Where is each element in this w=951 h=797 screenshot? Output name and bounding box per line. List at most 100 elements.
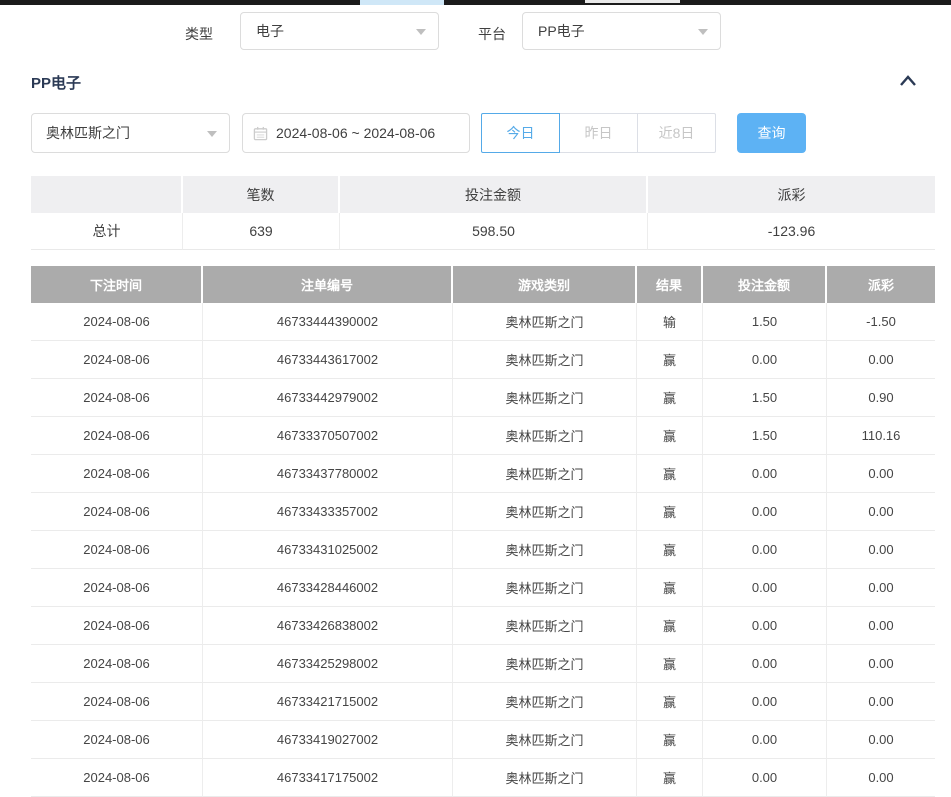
table-cell: 2024-08-06: [31, 759, 203, 797]
platform-select[interactable]: PP电子: [522, 12, 721, 50]
summary-total-label: 总计: [31, 213, 183, 250]
table-cell: 46733444390002: [203, 303, 453, 341]
table-row: 2024-08-0646733442979002奥林匹斯之门赢1.500.90: [31, 379, 935, 417]
table-cell: 1.50: [703, 379, 827, 417]
table-cell: 2024-08-06: [31, 683, 203, 721]
summary-header-count: 笔数: [183, 176, 340, 213]
type-filter-label: 类型: [185, 24, 213, 44]
table-cell: 奥林匹斯之门: [453, 531, 637, 569]
table-cell: 46733417175002: [203, 759, 453, 797]
search-button[interactable]: 查询: [737, 113, 806, 153]
table-cell: 1.50: [703, 303, 827, 341]
table-cell: 0.90: [827, 379, 935, 417]
top-cutoff-bar: [0, 0, 951, 5]
table-cell: 2024-08-06: [31, 569, 203, 607]
table-cell: 0.00: [827, 645, 935, 683]
summary-header-payout: 派彩: [648, 176, 935, 213]
table-row: 2024-08-0646733421715002奥林匹斯之门赢0.000.00: [31, 683, 935, 721]
detail-header-bet-id: 注单编号: [203, 266, 453, 303]
table-cell: 赢: [637, 607, 703, 645]
type-select[interactable]: 电子: [240, 12, 439, 50]
summary-header-blank: [31, 176, 183, 213]
table-cell: 2024-08-06: [31, 645, 203, 683]
table-cell: 46733421715002: [203, 683, 453, 721]
table-row: 2024-08-0646733426838002奥林匹斯之门赢0.000.00: [31, 607, 935, 645]
table-row: 2024-08-0646733433357002奥林匹斯之门赢0.000.00: [31, 493, 935, 531]
table-cell: 奥林匹斯之门: [453, 759, 637, 797]
table-cell: 赢: [637, 493, 703, 531]
platform-select-value: PP电子: [538, 21, 585, 41]
table-cell: 0.00: [827, 759, 935, 797]
table-cell: 0.00: [703, 645, 827, 683]
table-cell: 奥林匹斯之门: [453, 379, 637, 417]
table-row: 2024-08-0646733417175002奥林匹斯之门赢0.000.00: [31, 759, 935, 797]
table-cell: 0.00: [703, 569, 827, 607]
table-cell: 46733442979002: [203, 379, 453, 417]
summary-total-payout: -123.96: [648, 213, 935, 250]
chevron-up-icon: [898, 74, 918, 88]
table-cell: 奥林匹斯之门: [453, 683, 637, 721]
table-cell: 46733426838002: [203, 607, 453, 645]
table-cell: 46733425298002: [203, 645, 453, 683]
table-cell: 0.00: [827, 721, 935, 759]
table-cell: 0.00: [703, 683, 827, 721]
detail-header-row: 下注时间 注单编号 游戏类别 结果 投注金额 派彩: [31, 266, 935, 303]
table-cell: 46733437780002: [203, 455, 453, 493]
summary-total-bet-amount: 598.50: [340, 213, 648, 250]
table-cell: 0.00: [703, 759, 827, 797]
table-cell: 赢: [637, 721, 703, 759]
table-cell: 0.00: [703, 721, 827, 759]
table-cell: 2024-08-06: [31, 493, 203, 531]
table-cell: 46733428446002: [203, 569, 453, 607]
game-select[interactable]: 奥林匹斯之门: [31, 113, 230, 153]
detail-header-game-type: 游戏类别: [453, 266, 637, 303]
table-cell: 赢: [637, 645, 703, 683]
table-cell: 奥林匹斯之门: [453, 645, 637, 683]
table-cell: 奥林匹斯之门: [453, 569, 637, 607]
table-row: 2024-08-0646733428446002奥林匹斯之门赢0.000.00: [31, 569, 935, 607]
table-row: 2024-08-0646733425298002奥林匹斯之门赢0.000.00: [31, 645, 935, 683]
date-range-input[interactable]: 2024-08-06 ~ 2024-08-06: [242, 113, 470, 153]
table-cell: 赢: [637, 455, 703, 493]
summary-table: 笔数 投注金额 派彩 总计 639 598.50 -123.96: [31, 176, 935, 250]
table-cell: 2024-08-06: [31, 341, 203, 379]
table-cell: 0.00: [827, 341, 935, 379]
chevron-down-icon: [698, 29, 708, 35]
summary-total-count: 639: [183, 213, 340, 250]
yesterday-button[interactable]: 昨日: [559, 113, 638, 153]
collapse-button[interactable]: [898, 74, 922, 92]
table-row: 2024-08-0646733431025002奥林匹斯之门赢0.000.00: [31, 531, 935, 569]
table-cell: 46733431025002: [203, 531, 453, 569]
table-cell: 赢: [637, 759, 703, 797]
table-cell: 2024-08-06: [31, 455, 203, 493]
table-cell: 0.00: [703, 455, 827, 493]
table-row: 2024-08-0646733370507002奥林匹斯之门赢1.50110.1…: [31, 417, 935, 455]
table-cell: 46733443617002: [203, 341, 453, 379]
table-cell: 0.00: [827, 455, 935, 493]
top-cutoff-gap: [585, 0, 680, 3]
table-cell: 0.00: [827, 531, 935, 569]
table-cell: 0.00: [703, 493, 827, 531]
detail-header-payout: 派彩: [827, 266, 935, 303]
table-cell: 46733370507002: [203, 417, 453, 455]
table-cell: 2024-08-06: [31, 607, 203, 645]
table-cell: 0.00: [827, 493, 935, 531]
table-cell: 1.50: [703, 417, 827, 455]
table-cell: 赢: [637, 417, 703, 455]
table-row: 2024-08-0646733419027002奥林匹斯之门赢0.000.00: [31, 721, 935, 759]
summary-header-bet-amount: 投注金额: [340, 176, 648, 213]
quick-date-button-group: 今日 昨日 近8日: [481, 113, 716, 153]
table-cell: 赢: [637, 379, 703, 417]
today-button[interactable]: 今日: [481, 113, 560, 153]
table-cell: 2024-08-06: [31, 303, 203, 341]
table-cell: 0.00: [827, 569, 935, 607]
summary-total-row: 总计 639 598.50 -123.96: [31, 213, 935, 250]
detail-header-bet-time: 下注时间: [31, 266, 203, 303]
table-cell: 2024-08-06: [31, 417, 203, 455]
table-cell: 赢: [637, 683, 703, 721]
table-cell: 46733433357002: [203, 493, 453, 531]
last-8-days-button[interactable]: 近8日: [637, 113, 716, 153]
chevron-down-icon: [416, 29, 426, 35]
table-cell: 奥林匹斯之门: [453, 455, 637, 493]
table-row: 2024-08-0646733444390002奥林匹斯之门输1.50-1.50: [31, 303, 935, 341]
